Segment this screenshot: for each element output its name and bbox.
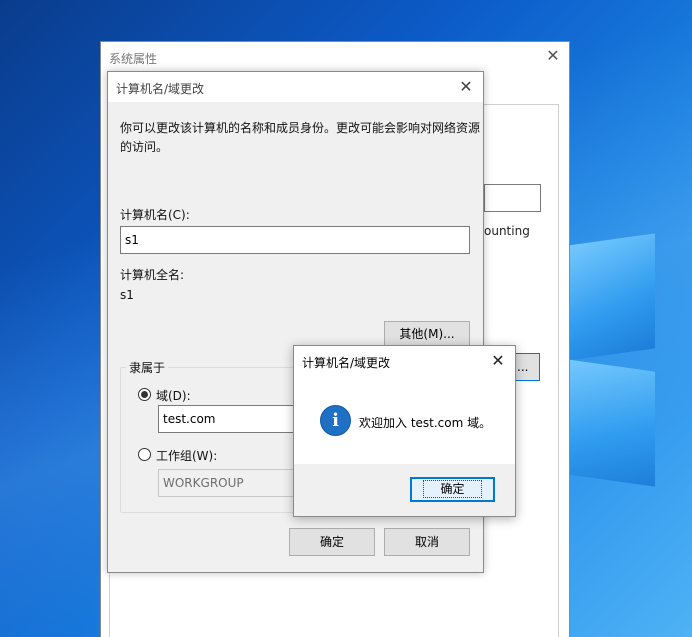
description-input[interactable] xyxy=(484,184,541,212)
ok-button-label: 确定 xyxy=(423,480,482,498)
member-of-label: 隶属于 xyxy=(126,359,169,376)
workgroup-radio[interactable] xyxy=(138,448,151,461)
workgroup-label: 工作组(W): xyxy=(156,449,218,463)
close-icon[interactable]: ✕ xyxy=(489,351,507,371)
computer-name-label: 计算机名(C): xyxy=(120,208,190,222)
dialog-title: 计算机名/域更改 xyxy=(116,82,205,96)
full-name-label: 计算机全名: xyxy=(120,268,185,282)
domain-label: 域(D): xyxy=(156,389,191,403)
dialog-description: 你可以更改该计算机的名称和成员身份。更改可能会影响对网络资源的访问。 xyxy=(120,121,481,154)
partial-label: ounting xyxy=(484,224,530,238)
message-ok-button[interactable]: 确定 xyxy=(410,477,495,502)
full-name-value: s1 xyxy=(120,288,134,302)
info-icon: i xyxy=(320,405,351,436)
welcome-message-box: 计算机名/域更改 ✕ i 欢迎加入 test.com 域。 确定 xyxy=(293,345,516,517)
more-button[interactable]: 其他(M)... xyxy=(384,321,470,347)
system-properties-titlebar: 系统属性 ✕ xyxy=(101,42,569,72)
cancel-button[interactable]: 取消 xyxy=(384,528,470,556)
message-box-title: 计算机名/域更改 xyxy=(302,356,391,370)
close-icon[interactable]: ✕ xyxy=(457,77,475,97)
welcome-message: 欢迎加入 test.com 域。 xyxy=(359,416,492,430)
domain-radio[interactable] xyxy=(138,388,151,401)
close-icon[interactable]: ✕ xyxy=(543,46,563,66)
ok-button[interactable]: 确定 xyxy=(289,528,375,556)
message-box-titlebar: 计算机名/域更改 ✕ xyxy=(294,346,515,376)
dialog-titlebar: 计算机名/域更改 ✕ xyxy=(108,72,483,102)
window-title: 系统属性 xyxy=(109,52,158,66)
computer-name-input[interactable]: s1 xyxy=(120,226,470,254)
